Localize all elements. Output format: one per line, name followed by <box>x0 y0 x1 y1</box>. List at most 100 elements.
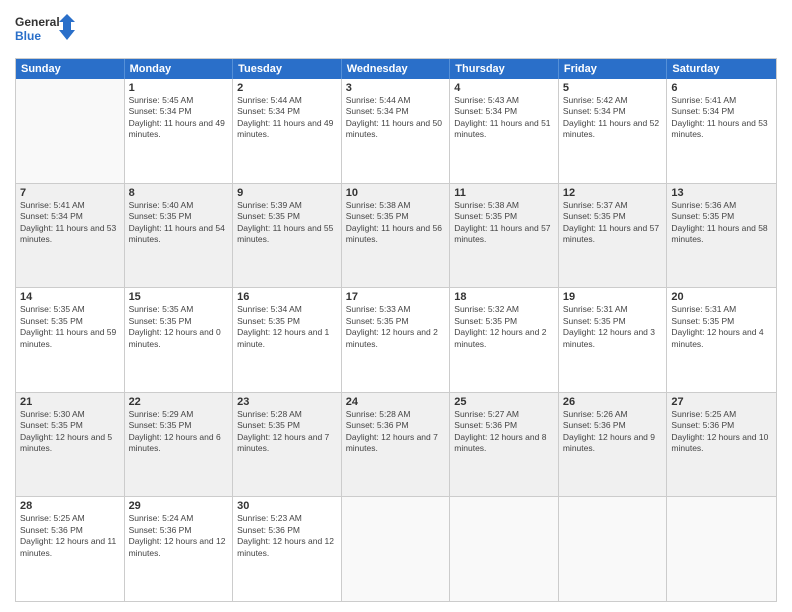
cell-info: Sunrise: 5:38 AM Sunset: 5:35 PM Dayligh… <box>346 200 446 246</box>
day-number: 15 <box>129 291 229 303</box>
calendar-body: 1Sunrise: 5:45 AM Sunset: 5:34 PM Daylig… <box>16 79 776 601</box>
cell-info: Sunrise: 5:44 AM Sunset: 5:34 PM Dayligh… <box>237 95 337 141</box>
calendar-cell: 11Sunrise: 5:38 AM Sunset: 5:35 PM Dayli… <box>450 184 559 288</box>
calendar-cell: 21Sunrise: 5:30 AM Sunset: 5:35 PM Dayli… <box>16 393 125 497</box>
calendar-cell: 7Sunrise: 5:41 AM Sunset: 5:34 PM Daylig… <box>16 184 125 288</box>
cell-info: Sunrise: 5:37 AM Sunset: 5:35 PM Dayligh… <box>563 200 663 246</box>
calendar-cell: 15Sunrise: 5:35 AM Sunset: 5:35 PM Dayli… <box>125 288 234 392</box>
cell-info: Sunrise: 5:42 AM Sunset: 5:34 PM Dayligh… <box>563 95 663 141</box>
calendar-cell: 10Sunrise: 5:38 AM Sunset: 5:35 PM Dayli… <box>342 184 451 288</box>
day-number: 13 <box>671 187 772 199</box>
cell-info: Sunrise: 5:44 AM Sunset: 5:34 PM Dayligh… <box>346 95 446 141</box>
cell-info: Sunrise: 5:32 AM Sunset: 5:35 PM Dayligh… <box>454 304 554 350</box>
cell-info: Sunrise: 5:25 AM Sunset: 5:36 PM Dayligh… <box>671 409 772 455</box>
calendar-row: 1Sunrise: 5:45 AM Sunset: 5:34 PM Daylig… <box>16 79 776 184</box>
calendar-day-header: Monday <box>125 59 234 79</box>
day-number: 23 <box>237 396 337 408</box>
cell-info: Sunrise: 5:39 AM Sunset: 5:35 PM Dayligh… <box>237 200 337 246</box>
calendar-cell: 24Sunrise: 5:28 AM Sunset: 5:36 PM Dayli… <box>342 393 451 497</box>
day-number: 18 <box>454 291 554 303</box>
calendar-cell <box>667 497 776 601</box>
day-number: 8 <box>129 187 229 199</box>
day-number: 5 <box>563 82 663 94</box>
day-number: 4 <box>454 82 554 94</box>
calendar-cell: 13Sunrise: 5:36 AM Sunset: 5:35 PM Dayli… <box>667 184 776 288</box>
logo: General Blue <box>15 10 75 50</box>
cell-info: Sunrise: 5:35 AM Sunset: 5:35 PM Dayligh… <box>129 304 229 350</box>
cell-info: Sunrise: 5:31 AM Sunset: 5:35 PM Dayligh… <box>671 304 772 350</box>
cell-info: Sunrise: 5:38 AM Sunset: 5:35 PM Dayligh… <box>454 200 554 246</box>
cell-info: Sunrise: 5:36 AM Sunset: 5:35 PM Dayligh… <box>671 200 772 246</box>
calendar-cell: 25Sunrise: 5:27 AM Sunset: 5:36 PM Dayli… <box>450 393 559 497</box>
cell-info: Sunrise: 5:31 AM Sunset: 5:35 PM Dayligh… <box>563 304 663 350</box>
day-number: 30 <box>237 500 337 512</box>
page-header: General Blue <box>15 10 777 50</box>
calendar-cell <box>342 497 451 601</box>
cell-info: Sunrise: 5:26 AM Sunset: 5:36 PM Dayligh… <box>563 409 663 455</box>
calendar-cell: 19Sunrise: 5:31 AM Sunset: 5:35 PM Dayli… <box>559 288 668 392</box>
calendar-cell: 17Sunrise: 5:33 AM Sunset: 5:35 PM Dayli… <box>342 288 451 392</box>
calendar-day-header: Wednesday <box>342 59 451 79</box>
day-number: 27 <box>671 396 772 408</box>
calendar-cell: 16Sunrise: 5:34 AM Sunset: 5:35 PM Dayli… <box>233 288 342 392</box>
calendar-cell: 12Sunrise: 5:37 AM Sunset: 5:35 PM Dayli… <box>559 184 668 288</box>
calendar-cell: 6Sunrise: 5:41 AM Sunset: 5:34 PM Daylig… <box>667 79 776 183</box>
calendar-cell <box>450 497 559 601</box>
calendar-cell: 27Sunrise: 5:25 AM Sunset: 5:36 PM Dayli… <box>667 393 776 497</box>
logo-svg: General Blue <box>15 10 75 50</box>
calendar-cell: 8Sunrise: 5:40 AM Sunset: 5:35 PM Daylig… <box>125 184 234 288</box>
cell-info: Sunrise: 5:29 AM Sunset: 5:35 PM Dayligh… <box>129 409 229 455</box>
day-number: 16 <box>237 291 337 303</box>
calendar: SundayMondayTuesdayWednesdayThursdayFrid… <box>15 58 777 602</box>
day-number: 19 <box>563 291 663 303</box>
calendar-cell: 3Sunrise: 5:44 AM Sunset: 5:34 PM Daylig… <box>342 79 451 183</box>
cell-info: Sunrise: 5:30 AM Sunset: 5:35 PM Dayligh… <box>20 409 120 455</box>
cell-info: Sunrise: 5:28 AM Sunset: 5:36 PM Dayligh… <box>346 409 446 455</box>
calendar-row: 28Sunrise: 5:25 AM Sunset: 5:36 PM Dayli… <box>16 497 776 601</box>
calendar-cell: 28Sunrise: 5:25 AM Sunset: 5:36 PM Dayli… <box>16 497 125 601</box>
cell-info: Sunrise: 5:41 AM Sunset: 5:34 PM Dayligh… <box>671 95 772 141</box>
cell-info: Sunrise: 5:28 AM Sunset: 5:35 PM Dayligh… <box>237 409 337 455</box>
day-number: 28 <box>20 500 120 512</box>
calendar-cell: 22Sunrise: 5:29 AM Sunset: 5:35 PM Dayli… <box>125 393 234 497</box>
calendar-cell: 26Sunrise: 5:26 AM Sunset: 5:36 PM Dayli… <box>559 393 668 497</box>
day-number: 3 <box>346 82 446 94</box>
calendar-row: 21Sunrise: 5:30 AM Sunset: 5:35 PM Dayli… <box>16 393 776 498</box>
calendar-row: 7Sunrise: 5:41 AM Sunset: 5:34 PM Daylig… <box>16 184 776 289</box>
day-number: 1 <box>129 82 229 94</box>
day-number: 25 <box>454 396 554 408</box>
cell-info: Sunrise: 5:27 AM Sunset: 5:36 PM Dayligh… <box>454 409 554 455</box>
cell-info: Sunrise: 5:43 AM Sunset: 5:34 PM Dayligh… <box>454 95 554 141</box>
calendar-cell: 18Sunrise: 5:32 AM Sunset: 5:35 PM Dayli… <box>450 288 559 392</box>
svg-text:Blue: Blue <box>15 29 41 43</box>
calendar-cell: 5Sunrise: 5:42 AM Sunset: 5:34 PM Daylig… <box>559 79 668 183</box>
calendar-cell: 2Sunrise: 5:44 AM Sunset: 5:34 PM Daylig… <box>233 79 342 183</box>
cell-info: Sunrise: 5:25 AM Sunset: 5:36 PM Dayligh… <box>20 513 120 559</box>
calendar-cell: 9Sunrise: 5:39 AM Sunset: 5:35 PM Daylig… <box>233 184 342 288</box>
day-number: 10 <box>346 187 446 199</box>
cell-info: Sunrise: 5:24 AM Sunset: 5:36 PM Dayligh… <box>129 513 229 559</box>
day-number: 29 <box>129 500 229 512</box>
calendar-cell: 14Sunrise: 5:35 AM Sunset: 5:35 PM Dayli… <box>16 288 125 392</box>
cell-info: Sunrise: 5:40 AM Sunset: 5:35 PM Dayligh… <box>129 200 229 246</box>
cell-info: Sunrise: 5:23 AM Sunset: 5:36 PM Dayligh… <box>237 513 337 559</box>
calendar-day-header: Tuesday <box>233 59 342 79</box>
day-number: 9 <box>237 187 337 199</box>
calendar-cell <box>559 497 668 601</box>
calendar-cell <box>16 79 125 183</box>
day-number: 21 <box>20 396 120 408</box>
day-number: 22 <box>129 396 229 408</box>
calendar-cell: 23Sunrise: 5:28 AM Sunset: 5:35 PM Dayli… <box>233 393 342 497</box>
calendar-cell: 4Sunrise: 5:43 AM Sunset: 5:34 PM Daylig… <box>450 79 559 183</box>
calendar-day-header: Sunday <box>16 59 125 79</box>
day-number: 24 <box>346 396 446 408</box>
calendar-cell: 1Sunrise: 5:45 AM Sunset: 5:34 PM Daylig… <box>125 79 234 183</box>
day-number: 20 <box>671 291 772 303</box>
calendar-header: SundayMondayTuesdayWednesdayThursdayFrid… <box>16 59 776 79</box>
calendar-row: 14Sunrise: 5:35 AM Sunset: 5:35 PM Dayli… <box>16 288 776 393</box>
day-number: 14 <box>20 291 120 303</box>
day-number: 17 <box>346 291 446 303</box>
calendar-cell: 30Sunrise: 5:23 AM Sunset: 5:36 PM Dayli… <box>233 497 342 601</box>
cell-info: Sunrise: 5:33 AM Sunset: 5:35 PM Dayligh… <box>346 304 446 350</box>
cell-info: Sunrise: 5:35 AM Sunset: 5:35 PM Dayligh… <box>20 304 120 350</box>
